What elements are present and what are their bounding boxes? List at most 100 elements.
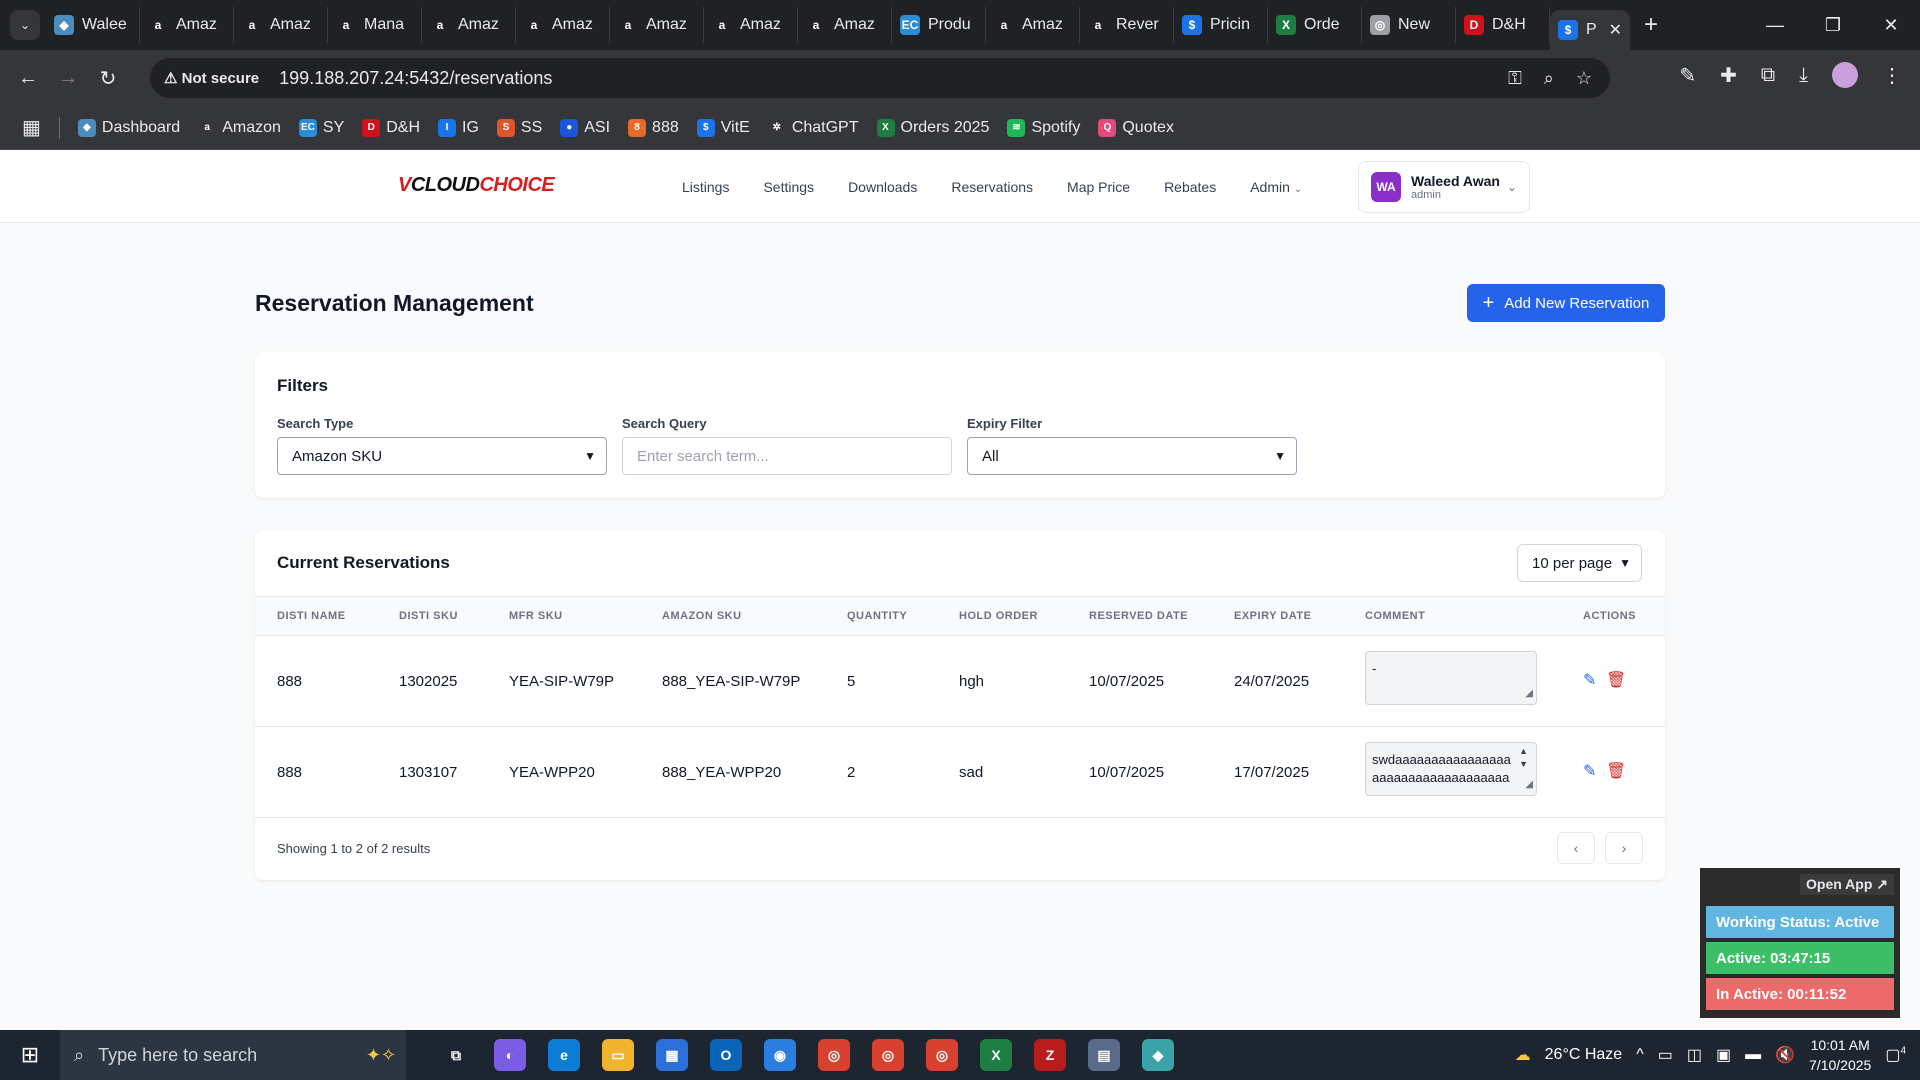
trash-icon[interactable]: 🗑 <box>1606 761 1626 781</box>
file-explorer-icon[interactable]: ▭ <box>602 1039 634 1071</box>
zoom-icon[interactable]: ⌕ <box>1544 68 1554 89</box>
weather-text[interactable]: 26°C Haze <box>1545 1046 1623 1064</box>
nav-settings[interactable]: Settings <box>763 179 814 195</box>
bookmark-item[interactable]: EC SY <box>298 118 344 137</box>
meeting-app-icon[interactable]: ◉ <box>764 1039 796 1071</box>
chevron-up-icon[interactable]: ^ <box>1636 1046 1644 1064</box>
browser-tab[interactable]: ◎ New <box>1362 7 1456 43</box>
nav-downloads[interactable]: Downloads <box>848 179 917 195</box>
open-app-button[interactable]: Open App ↗ <box>1800 874 1894 895</box>
tab-search-button[interactable]: ⌄ <box>10 10 40 40</box>
user-menu[interactable]: WA Waleed Awan admin ⌄ <box>1358 161 1530 213</box>
search-input[interactable]: Enter search term... <box>622 437 952 475</box>
profile-avatar[interactable] <box>1832 62 1858 88</box>
chrome-profile-2-icon[interactable]: ◎ <box>926 1039 958 1071</box>
edge-icon[interactable]: e <box>548 1039 580 1071</box>
expiry-filter-select[interactable]: All ▼ <box>967 437 1297 475</box>
nav-map-price[interactable]: Map Price <box>1067 179 1130 195</box>
cloudchoice-logo[interactable]: VCLOUDCHOICE <box>398 174 555 197</box>
back-icon[interactable]: ← <box>8 67 48 90</box>
restore-icon[interactable]: ❐ <box>1804 0 1862 50</box>
password-key-icon[interactable]: ⚿ <box>1508 68 1522 89</box>
bookmark-item[interactable]: ● ASI <box>560 118 610 137</box>
nav-listings[interactable]: Listings <box>682 179 729 195</box>
browser-tab[interactable]: a Amaz <box>610 7 704 43</box>
browser-tab[interactable]: a Rever <box>1080 7 1174 43</box>
bookmark-item[interactable]: X Orders 2025 <box>876 118 989 137</box>
prev-page-button[interactable]: ‹ <box>1557 832 1595 864</box>
taskbar-search[interactable]: ⌕ Type here to search ✦✧ <box>60 1030 406 1080</box>
browser-tab[interactable]: a Amaz <box>798 7 892 43</box>
comment-textarea[interactable]: swdaaaaaaaaaaaaaaaaaaaaaaaaaaaaaaaaaaa ▲… <box>1365 742 1537 796</box>
forward-icon[interactable]: → <box>48 67 88 90</box>
chrome-profile-icon[interactable]: ◎ <box>872 1039 904 1071</box>
edit-icon[interactable]: ✎ <box>1583 670 1596 690</box>
bookmark-item[interactable]: ◆ Dashboard <box>77 118 180 137</box>
per-page-select[interactable]: 10 per page ▼ <box>1517 544 1642 582</box>
extension-icon[interactable]: ✎ <box>1679 63 1696 88</box>
resize-grip-icon[interactable]: ◢ <box>1525 685 1533 703</box>
bookmark-item[interactable]: I IG <box>438 118 479 137</box>
bookmark-star-icon[interactable]: ☆ <box>1576 68 1592 89</box>
add-reservation-button[interactable]: + Add New Reservation <box>1467 284 1665 322</box>
bookmark-item[interactable]: 8 888 <box>628 118 679 137</box>
bookmark-item[interactable]: a Amazon <box>198 119 280 137</box>
camera-icon[interactable]: ◫ <box>1687 1045 1702 1065</box>
next-page-button[interactable]: › <box>1605 832 1643 864</box>
close-window-icon[interactable]: ✕ <box>1862 0 1920 50</box>
nav-rebates[interactable]: Rebates <box>1164 179 1216 195</box>
filezilla-icon[interactable]: Z <box>1034 1039 1066 1071</box>
bookmark-item[interactable]: Q Quotex <box>1098 118 1174 137</box>
apps-grid-icon[interactable]: ▦ <box>22 115 41 140</box>
edit-icon[interactable]: ✎ <box>1583 761 1596 781</box>
extensions-icon[interactable]: ⧉ <box>1761 64 1775 87</box>
minimize-icon[interactable]: — <box>1746 0 1804 50</box>
url-bar[interactable]: ⚠ Not secure 199.188.207.24:5432/reserva… <box>150 58 1610 98</box>
scroll-arrows-icon[interactable]: ▲ ▼ <box>1519 745 1528 771</box>
browser-tab[interactable]: D D&H <box>1456 7 1550 43</box>
nav-reservations[interactable]: Reservations <box>951 179 1033 195</box>
browser-tab[interactable]: a Amaz <box>516 7 610 43</box>
not-secure-badge[interactable]: ⚠ Not secure <box>164 69 259 87</box>
windows-start-icon[interactable]: ⊞ <box>0 1042 60 1068</box>
search-type-select[interactable]: Amazon SKU ▼ <box>277 437 607 475</box>
network-icon[interactable]: ▭ <box>1658 1045 1673 1065</box>
trash-icon[interactable]: 🗑 <box>1606 670 1626 690</box>
battery-icon[interactable]: ▬ <box>1745 1046 1761 1064</box>
bookmark-item[interactable]: ✲ ChatGPT <box>768 119 859 137</box>
volume-muted-icon[interactable]: 🔇 <box>1775 1045 1795 1065</box>
comment-textarea[interactable]: - ◢ <box>1365 651 1537 705</box>
task-view-icon[interactable]: ⧉ <box>440 1039 472 1071</box>
calculator-icon[interactable]: ▤ <box>1088 1039 1120 1071</box>
bookmark-item[interactable]: S SS <box>496 118 542 137</box>
browser-tab[interactable]: a Mana <box>328 7 422 43</box>
clock[interactable]: 10:01 AM 7/10/2025 <box>1809 1035 1871 1075</box>
browser-tab[interactable]: a Amaz <box>140 7 234 43</box>
app-diamond-icon[interactable]: ◆ <box>1142 1039 1174 1071</box>
browser-menu-icon[interactable]: ⋮ <box>1882 63 1902 88</box>
browser-tab[interactable]: X Orde <box>1268 7 1362 43</box>
browser-tab[interactable]: a Amaz <box>704 7 798 43</box>
resize-grip-icon[interactable]: ◢ <box>1525 776 1533 794</box>
store-icon[interactable]: ▦ <box>656 1039 688 1071</box>
download-icon[interactable]: ⤓ <box>1799 64 1808 87</box>
browser-tab[interactable]: a Amaz <box>234 7 328 43</box>
copilot-icon[interactable]: ◐ <box>494 1039 526 1071</box>
weather-icon[interactable]: ☁ <box>1515 1045 1531 1065</box>
excel-icon[interactable]: X <box>980 1039 1012 1071</box>
browser-tab[interactable]: $ Pricin <box>1174 7 1268 43</box>
tab-close-icon[interactable]: ✕ <box>1609 20 1622 40</box>
browser-tab[interactable]: $ P ✕ <box>1550 10 1630 50</box>
browser-tab[interactable]: ◆ Walee <box>46 7 140 43</box>
extension-puzzle-icon[interactable]: ✚ <box>1720 63 1737 88</box>
bookmark-item[interactable]: D D&H <box>362 118 420 137</box>
browser-tab[interactable]: EC Produ <box>892 7 986 43</box>
notifications-icon[interactable]: ▢4 <box>1885 1045 1906 1065</box>
browser-tab[interactable]: a Amaz <box>986 7 1080 43</box>
chrome-icon[interactable]: ◎ <box>818 1039 850 1071</box>
outlook-icon[interactable]: O <box>710 1039 742 1071</box>
bookmark-item[interactable]: ≋ Spotify <box>1007 118 1080 137</box>
browser-tab[interactable]: a Amaz <box>422 7 516 43</box>
nav-admin[interactable]: Admin ⌄ <box>1250 179 1302 195</box>
display-icon[interactable]: ▣ <box>1716 1045 1731 1065</box>
